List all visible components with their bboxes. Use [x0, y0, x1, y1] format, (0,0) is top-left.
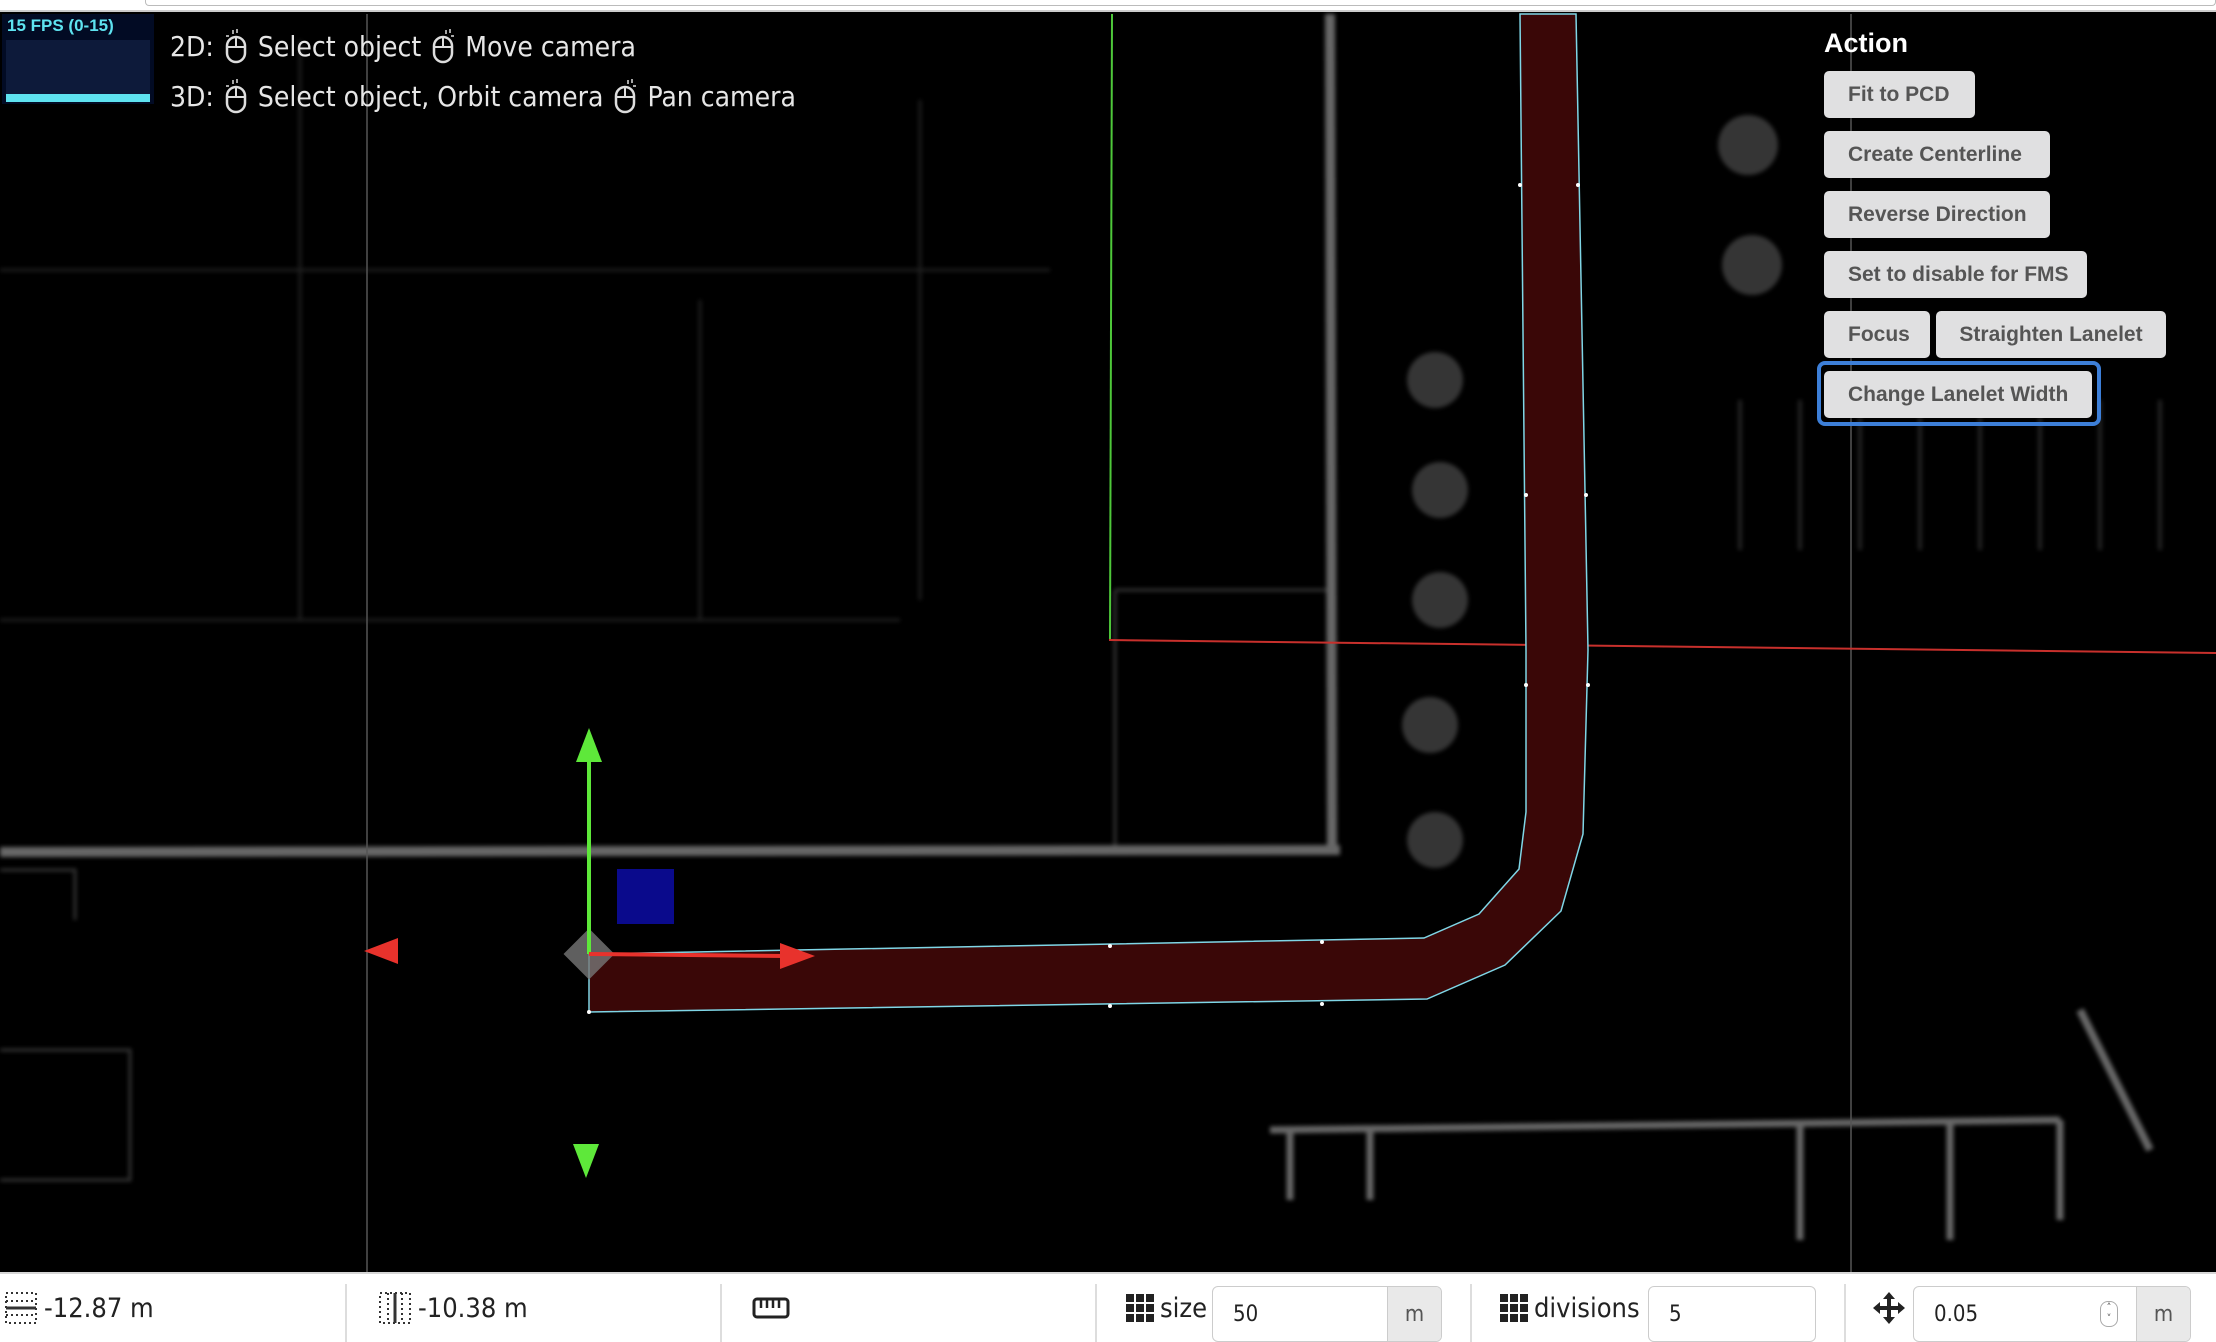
- mouse-right-click-icon: [433, 29, 455, 64]
- grid-divisions: divisions: [1500, 1274, 1640, 1342]
- fps-label: 15 FPS (0-15): [7, 16, 114, 35]
- bottom-toolbar: -12.87 m -10.38 m size 50 m divisions 5 …: [0, 1272, 2216, 1342]
- gizmo-x-axis[interactable]: [588, 952, 786, 958]
- hint-left-action: Select object, Orbit camera: [257, 79, 604, 113]
- fps-monitor: 15 FPS (0-15): [2, 14, 154, 104]
- x-coordinate: -12.87 m: [4, 1274, 154, 1342]
- y-coordinate-icon: [379, 1292, 411, 1324]
- gizmo-neg-x-arrow-icon[interactable]: [364, 938, 398, 964]
- y-coordinate: -10.38 m: [378, 1274, 528, 1342]
- grid-divisions-input[interactable]: 5: [1648, 1286, 1816, 1342]
- grid-divisions-value[interactable]: 5: [1649, 1302, 1815, 1327]
- action-panel: Action: [1824, 28, 1908, 69]
- gizmo-y-arrow-icon[interactable]: [576, 728, 602, 762]
- grid-axis-y: [1109, 13, 1113, 641]
- hint-left-action: Select object: [257, 29, 422, 63]
- move-step-input[interactable]: 0.05 ˄ ˅ m: [1913, 1286, 2191, 1342]
- fit-to-pcd-button[interactable]: Fit to PCD: [1824, 71, 1975, 118]
- hint-right-action: Move camera: [465, 29, 636, 63]
- grid-icon: [1500, 1294, 1528, 1322]
- divider: [1844, 1284, 1846, 1342]
- divider: [1095, 1284, 1097, 1342]
- x-coordinate-icon: [5, 1292, 37, 1324]
- change-lanelet-width-button[interactable]: Change Lanelet Width: [1824, 371, 2092, 418]
- mouse-right-click-icon: [615, 79, 637, 114]
- y-coordinate-value: -10.38 m: [418, 1292, 528, 1324]
- fps-graph: [6, 40, 150, 96]
- grid-axis-x: [1108, 639, 2216, 654]
- hint-right-action: Pan camera: [647, 79, 796, 113]
- hint-prefix: 2D:: [170, 29, 214, 63]
- trees: [1402, 115, 1782, 868]
- mouse-left-click-icon: [225, 79, 247, 114]
- ruler-button[interactable]: [752, 1274, 790, 1342]
- divider: [1470, 1284, 1472, 1342]
- divider: [720, 1284, 722, 1342]
- hint-2d: 2D: Select object Move camera: [170, 28, 636, 64]
- focus-button[interactable]: Focus: [1824, 311, 1930, 358]
- 3d-viewport[interactable]: 15 FPS (0-15) 2D: Select object Move cam…: [0, 12, 2216, 1272]
- ruler-icon[interactable]: [752, 1296, 790, 1320]
- action-title: Action: [1824, 28, 1908, 58]
- move-step-unit: m: [2136, 1287, 2190, 1341]
- x-coordinate-value: -12.87 m: [44, 1292, 154, 1324]
- grid-size: size: [1126, 1274, 1207, 1342]
- move-step: [1873, 1274, 1905, 1342]
- mouse-left-click-icon: [225, 29, 247, 64]
- top-input-strip: [0, 0, 2216, 12]
- create-centerline-button[interactable]: Create Centerline: [1824, 131, 2050, 178]
- grid-divisions-label: divisions: [1534, 1292, 1640, 1324]
- hint-prefix: 3D:: [170, 79, 214, 113]
- divider: [345, 1284, 347, 1342]
- fps-bar: [6, 94, 150, 102]
- reverse-direction-button[interactable]: Reverse Direction: [1824, 191, 2050, 238]
- set-disable-fms-button[interactable]: Set to disable for FMS: [1824, 251, 2087, 298]
- grid-size-unit: m: [1387, 1287, 1441, 1341]
- move-icon: [1873, 1292, 1905, 1324]
- hint-3d: 3D: Select object, Orbit camera Pan came…: [170, 78, 796, 114]
- move-step-value[interactable]: 0.05: [1914, 1302, 2100, 1327]
- top-input[interactable]: [145, 0, 2216, 6]
- straighten-lanelet-button[interactable]: Straighten Lanelet: [1936, 311, 2166, 358]
- gizmo-z-plane-handle[interactable]: [617, 869, 674, 924]
- stepper-icon[interactable]: ˄ ˅: [2100, 1301, 2118, 1327]
- grid-size-label: size: [1160, 1292, 1208, 1324]
- gizmo-neg-y-arrow-icon[interactable]: [573, 1144, 599, 1178]
- grid-icon: [1126, 1294, 1154, 1322]
- grid-size-value[interactable]: 50: [1213, 1302, 1387, 1327]
- grid-size-input[interactable]: 50 m: [1212, 1286, 1442, 1342]
